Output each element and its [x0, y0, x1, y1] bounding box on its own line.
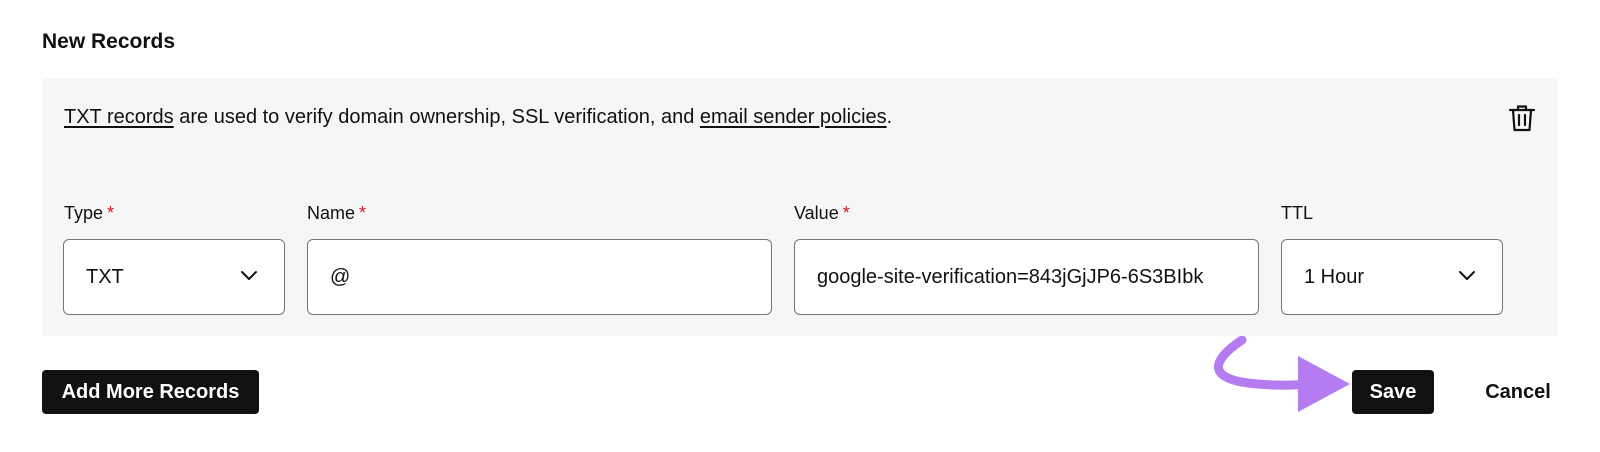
ttl-select-value: 1 Hour — [1304, 265, 1365, 288]
chevron-down-icon — [241, 271, 257, 280]
info-text-middle: are used to verify domain ownership, SSL… — [173, 106, 700, 128]
name-input[interactable]: @ — [307, 239, 772, 315]
value-required-mark: * — [842, 203, 850, 223]
value-label: Value * — [794, 203, 850, 223]
ttl-label: TTL — [1281, 203, 1314, 223]
name-label: Name * — [307, 203, 367, 223]
section-title: New Records — [42, 30, 176, 53]
txt-records-link[interactable]: TXT records — [64, 106, 174, 128]
info-text: TXT records are used to verify domain ow… — [64, 106, 892, 129]
chevron-down-icon — [1459, 271, 1475, 280]
ttl-select[interactable]: 1 Hour — [1281, 239, 1503, 315]
cancel-button[interactable]: Cancel — [1460, 370, 1576, 414]
trash-icon — [1508, 105, 1536, 132]
type-select[interactable]: TXT — [63, 239, 285, 315]
type-label: Type * — [64, 203, 115, 223]
record-panel: TXT records are used to verify domain ow… — [42, 78, 1558, 336]
info-text-end: . — [886, 106, 893, 128]
value-input[interactable]: google-site-verification=843jGjJP6-6S3BI… — [794, 239, 1259, 315]
name-required-mark: * — [359, 203, 367, 223]
name-input-value: @ — [330, 265, 351, 288]
type-required-mark: * — [107, 203, 115, 223]
add-more-records-button[interactable]: Add More Records — [42, 370, 259, 414]
delete-record-button[interactable] — [1504, 100, 1540, 136]
value-input-value: google-site-verification=843jGjJP6-6S3BI… — [817, 265, 1204, 288]
email-sender-policies-link[interactable]: email sender policies — [700, 106, 887, 128]
curved-arrow-annotation — [1214, 336, 1350, 412]
type-select-value: TXT — [86, 265, 124, 288]
